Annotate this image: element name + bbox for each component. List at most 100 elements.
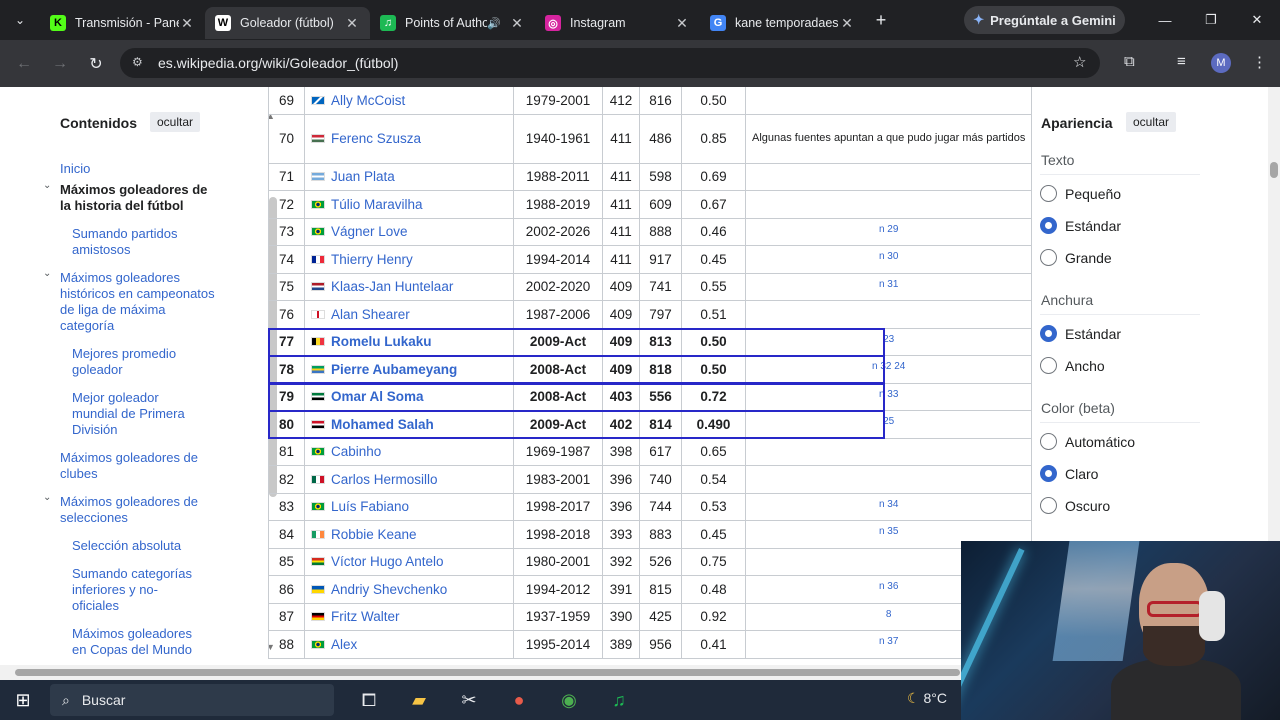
- player-name-link[interactable]: Romelu Lukaku: [331, 334, 432, 349]
- profile-avatar[interactable]: M: [1211, 53, 1231, 73]
- cell-name[interactable]: Juan Plata: [304, 162, 514, 191]
- radio-dot[interactable]: [1040, 185, 1057, 202]
- weather-widget[interactable]: ☾ 8°C: [907, 690, 947, 707]
- cell-name[interactable]: Alan Shearer: [304, 300, 514, 329]
- tab-0[interactable]: K Transmisión - Panel ✕: [40, 7, 205, 39]
- cell-name[interactable]: Túlio Maravilha: [304, 190, 514, 219]
- cell-name[interactable]: Robbie Keane: [304, 520, 514, 549]
- player-name-link[interactable]: Fritz Walter: [331, 609, 400, 624]
- player-name-link[interactable]: Mohamed Salah: [331, 417, 434, 432]
- player-name-link[interactable]: Klaas-Jan Huntelaar: [331, 279, 453, 294]
- tab-1[interactable]: W Goleador (fútbol) ✕: [205, 7, 370, 39]
- toc-item-0[interactable]: Inicio: [60, 161, 215, 177]
- player-name-link[interactable]: Cabinho: [331, 444, 381, 459]
- menu-icon[interactable]: ⋮: [1252, 53, 1267, 71]
- new-tab-button[interactable]: +: [865, 10, 897, 31]
- close-window-button[interactable]: ✕: [1234, 0, 1280, 40]
- toc-item-5[interactable]: Mejor goleador mundial de Primera Divisi…: [72, 390, 200, 438]
- cell-name[interactable]: Luís Fabiano: [304, 492, 514, 521]
- cell-name[interactable]: Fritz Walter: [304, 602, 514, 631]
- appearance-hide-button[interactable]: ocultar: [1126, 112, 1177, 132]
- radio-0-0[interactable]: Pequeño: [1040, 185, 1121, 202]
- extensions-icon[interactable]: ⧉: [1124, 53, 1135, 70]
- back-button[interactable]: ←: [6, 55, 42, 73]
- player-name-link[interactable]: Ally McCoist: [331, 93, 405, 108]
- cell-note[interactable]: n 33: [744, 382, 1033, 411]
- player-name-link[interactable]: Thierry Henry: [331, 252, 413, 267]
- toc-item-6[interactable]: Máximos goleadores de clubes: [60, 450, 215, 482]
- radio-2-0[interactable]: Automático: [1040, 433, 1135, 450]
- radio-0-2[interactable]: Grande: [1040, 249, 1112, 266]
- player-name-link[interactable]: Vágner Love: [331, 224, 408, 239]
- minimize-button[interactable]: —: [1142, 0, 1188, 40]
- close-tab-icon[interactable]: ✕: [674, 15, 690, 32]
- cell-name[interactable]: Alex: [304, 630, 514, 659]
- player-name-link[interactable]: Andriy Shevchenko: [331, 582, 447, 597]
- close-tab-icon[interactable]: ✕: [839, 15, 855, 32]
- cell-name[interactable]: Víctor Hugo Antelo: [304, 547, 514, 576]
- toc-collapse-icon[interactable]: ⌄: [43, 268, 51, 279]
- radio-dot[interactable]: [1040, 433, 1057, 450]
- cell-name[interactable]: Cabinho: [304, 437, 514, 466]
- site-info-icon[interactable]: ⚙: [132, 55, 143, 69]
- spotify-taskbar-icon[interactable]: ♫: [594, 690, 644, 711]
- cell-note[interactable]: n 31: [744, 272, 1033, 301]
- radio-dot[interactable]: [1040, 357, 1057, 374]
- toc-item-3[interactable]: Máximos goleadores históricos en campeon…: [60, 270, 215, 334]
- toc-item-7[interactable]: Máximos goleadores de selecciones: [60, 494, 215, 526]
- radio-1-1[interactable]: Ancho: [1040, 357, 1105, 374]
- media-control-icon[interactable]: ≡: [1177, 53, 1186, 70]
- toc-item-8[interactable]: Selección absoluta: [72, 538, 200, 554]
- task-view-icon[interactable]: ⧠: [344, 690, 394, 711]
- cell-note[interactable]: 25: [744, 410, 1033, 439]
- radio-0-1[interactable]: Estándar: [1040, 217, 1121, 234]
- player-name-link[interactable]: Alex: [331, 637, 357, 652]
- audio-icon[interactable]: 🔊: [487, 17, 501, 30]
- tab-3[interactable]: ◎ Instagram ✕: [535, 7, 700, 39]
- player-name-link[interactable]: Omar Al Soma: [331, 389, 424, 404]
- player-name-link[interactable]: Víctor Hugo Antelo: [331, 554, 444, 569]
- player-name-link[interactable]: Alan Shearer: [331, 307, 410, 322]
- cell-name[interactable]: Ally McCoist: [304, 87, 514, 115]
- radio-dot[interactable]: [1040, 465, 1057, 482]
- windows-start-icon[interactable]: ⊞: [0, 690, 46, 711]
- cell-name[interactable]: Romelu Lukaku: [304, 327, 514, 356]
- player-name-link[interactable]: Carlos Hermosillo: [331, 472, 438, 487]
- cell-note[interactable]: n 29: [744, 217, 1033, 246]
- cell-name[interactable]: Omar Al Soma: [304, 382, 514, 411]
- toc-item-1[interactable]: Máximos goleadores de la historia del fú…: [60, 182, 215, 214]
- cell-name[interactable]: Ferenc Szusza: [304, 113, 514, 164]
- player-name-link[interactable]: Ferenc Szusza: [331, 131, 421, 146]
- toc-item-4[interactable]: Mejores promedio goleador: [72, 346, 200, 378]
- toc-item-10[interactable]: Máximos goleadores en Copas del Mundo: [72, 626, 200, 658]
- toc-item-2[interactable]: Sumando partidos amistosos: [72, 226, 200, 258]
- cell-name[interactable]: Vágner Love: [304, 217, 514, 246]
- cell-name[interactable]: Klaas-Jan Huntelaar: [304, 272, 514, 301]
- taskbar-search[interactable]: ⌕ Buscar: [50, 684, 334, 716]
- toc-collapse-icon[interactable]: ⌄: [43, 492, 51, 503]
- tab-2[interactable]: ♫ Points of Authority🔊 ✕: [370, 7, 535, 39]
- player-name-link[interactable]: Túlio Maravilha: [331, 197, 423, 212]
- toc-hide-button[interactable]: ocultar: [150, 112, 201, 132]
- toc-item-9[interactable]: Sumando categorías inferiores y no-ofici…: [72, 566, 200, 614]
- radio-2-1[interactable]: Claro: [1040, 465, 1098, 482]
- tab-search-button[interactable]: ⌄: [0, 0, 40, 40]
- capcut-icon[interactable]: ✂: [444, 690, 494, 711]
- cell-note[interactable]: n 34: [744, 492, 1033, 521]
- page-scrollbar-thumb[interactable]: [1270, 162, 1278, 178]
- tab-4[interactable]: Gkane temporadaes ✕: [700, 7, 865, 39]
- radio-dot[interactable]: [1040, 325, 1057, 342]
- gemini-button[interactable]: ✦ Pregúntale a Gemini: [964, 6, 1125, 34]
- cell-name[interactable]: Pierre Aubameyang: [304, 355, 514, 384]
- cell-note[interactable]: 23: [744, 327, 1033, 356]
- cell-name[interactable]: Mohamed Salah: [304, 410, 514, 439]
- cell-note[interactable]: n 32 24: [744, 355, 1033, 384]
- radio-1-0[interactable]: Estándar: [1040, 325, 1121, 342]
- restore-button[interactable]: ❐: [1188, 0, 1234, 40]
- address-bar[interactable]: ⚙ es.wikipedia.org/wiki/Goleador_(fútbol…: [120, 48, 1100, 78]
- forward-button[interactable]: →: [42, 55, 78, 73]
- cell-name[interactable]: Andriy Shevchenko: [304, 575, 514, 604]
- file-explorer-icon[interactable]: ▰: [394, 690, 444, 711]
- cell-note[interactable]: n 30: [744, 245, 1033, 274]
- player-name-link[interactable]: Juan Plata: [331, 169, 395, 184]
